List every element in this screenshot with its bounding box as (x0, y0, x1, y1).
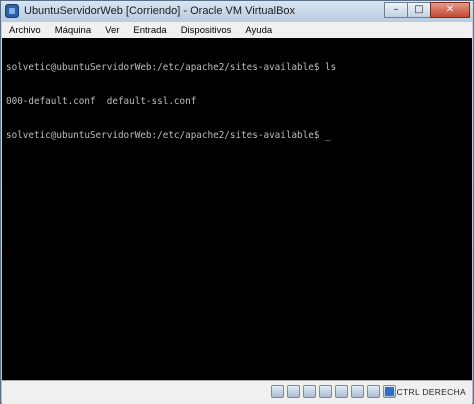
terminal-output: solvetic@ubuntuServidorWeb:/etc/apache2/… (6, 40, 336, 163)
close-button[interactable]: ✕ (430, 2, 470, 18)
host-key-label: CTRL DERECHA (396, 387, 466, 397)
display-icon[interactable] (351, 385, 364, 398)
shared-folder-icon[interactable] (335, 385, 348, 398)
terminal-line: solvetic@ubuntuServidorWeb:/etc/apache2/… (6, 130, 336, 141)
optical-drive-icon[interactable] (287, 385, 300, 398)
status-bar: CTRL DERECHA (2, 380, 472, 404)
terminal-line: 000-default.conf default-ssl.conf (6, 96, 197, 107)
video-capture-icon[interactable] (367, 385, 380, 398)
terminal-cursor: _ (325, 129, 331, 141)
terminal-prompt: solvetic@ubuntuServidorWeb:/etc/apache2/… (6, 129, 326, 141)
menu-dispositivos[interactable]: Dispositivos (174, 25, 239, 36)
vm-display[interactable]: solvetic@ubuntuServidorWeb:/etc/apache2/… (2, 38, 472, 380)
menu-ver[interactable]: Ver (98, 25, 126, 36)
virtualbox-window: UbuntuServidorWeb [Corriendo] - Oracle V… (0, 0, 474, 404)
hard-disk-icon[interactable] (271, 385, 284, 398)
menu-ayuda[interactable]: Ayuda (238, 25, 279, 36)
title-bar[interactable]: UbuntuServidorWeb [Corriendo] - Oracle V… (1, 1, 473, 22)
network-icon[interactable] (319, 385, 332, 398)
terminal-line: solvetic@ubuntuServidorWeb:/etc/apache2/… (6, 62, 337, 74)
restore-button[interactable]: □ (407, 2, 431, 18)
virtualbox-app-icon (5, 4, 19, 18)
host-key-indicator: CTRL DERECHA (384, 387, 466, 397)
menu-archivo[interactable]: Archivo (2, 25, 48, 36)
menu-bar: Archivo Máquina Ver Entrada Dispositivos… (2, 22, 472, 39)
window-title: UbuntuServidorWeb [Corriendo] - Oracle V… (24, 5, 296, 17)
usb-icon[interactable] (303, 385, 316, 398)
device-status-icons (268, 385, 396, 398)
menu-maquina[interactable]: Máquina (48, 25, 98, 36)
menu-entrada[interactable]: Entrada (126, 25, 173, 36)
minimize-button[interactable]: – (384, 2, 408, 18)
host-key-icon (384, 387, 394, 396)
window-controls: – □ ✕ (384, 2, 470, 18)
